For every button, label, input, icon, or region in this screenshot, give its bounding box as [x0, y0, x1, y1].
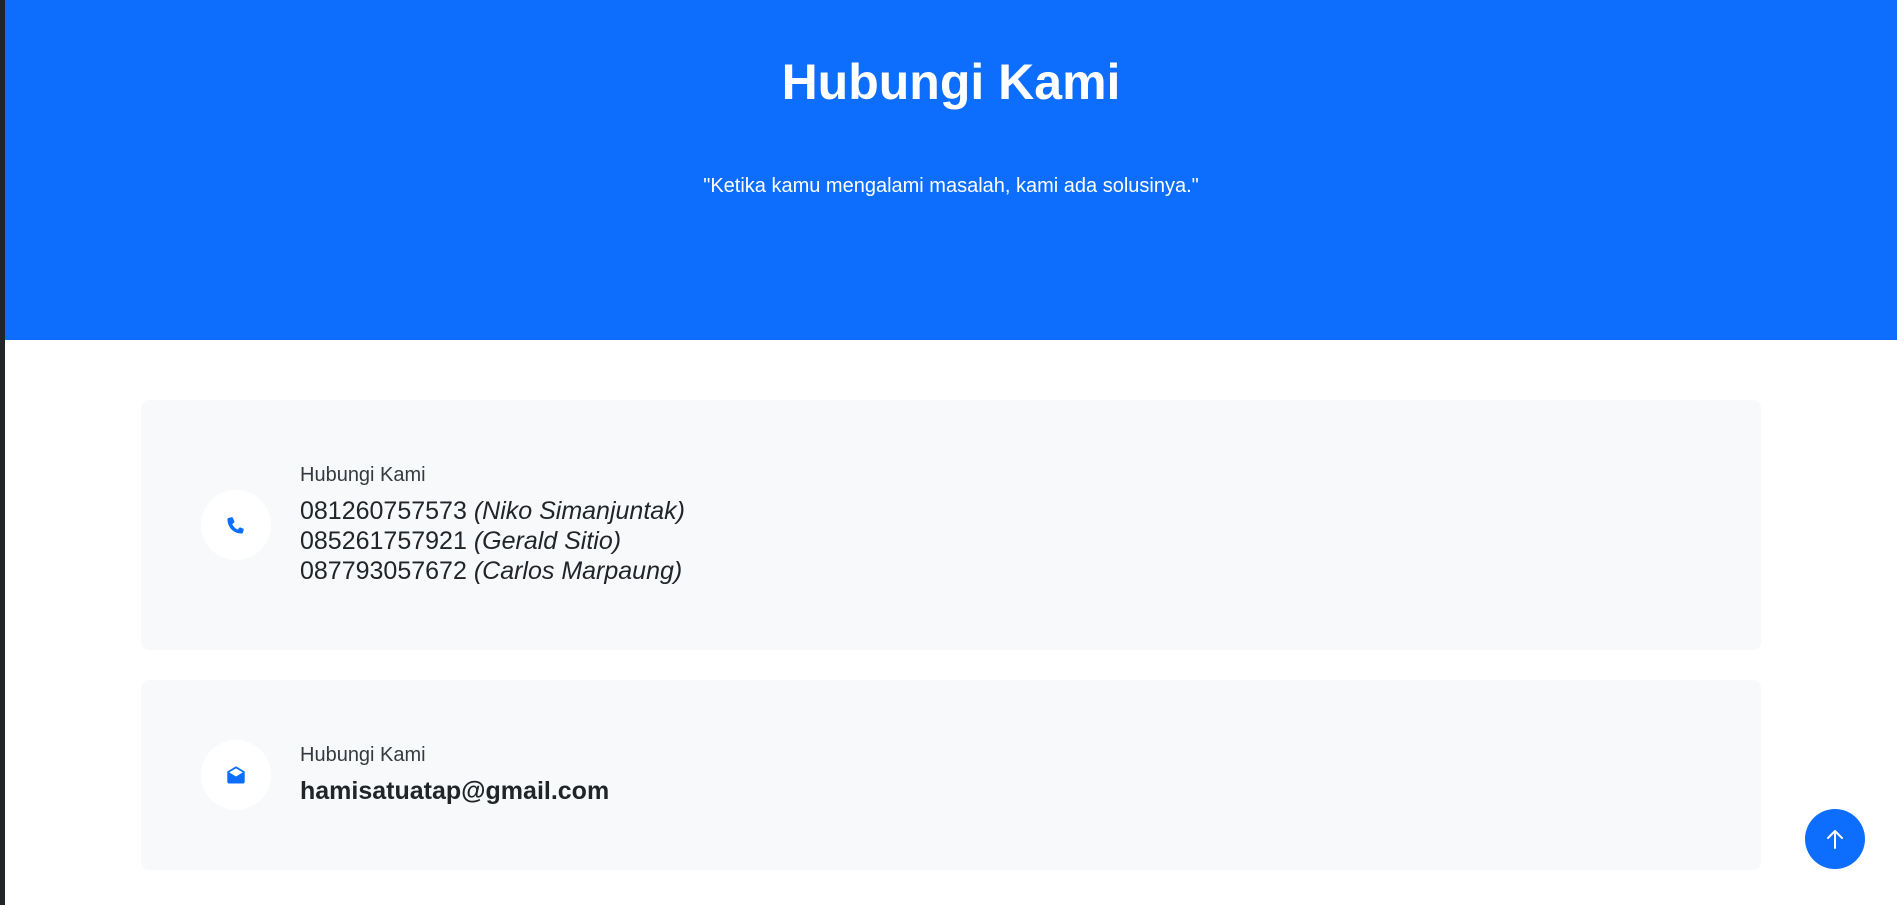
- email-contact-details: Hubungi Kami hamisatuatap@gmail.com: [300, 742, 609, 806]
- phone-card-label: Hubungi Kami: [300, 464, 426, 486]
- envelope-open-icon: [227, 766, 245, 784]
- phone-icon: [227, 517, 244, 534]
- email-address[interactable]: hamisatuatap@gmail.com: [300, 776, 609, 806]
- page-tagline: "Ketika kamu mengalami masalah, kami ada…: [703, 175, 1199, 197]
- email-card-label: Hubungi Kami: [300, 744, 426, 766]
- phone-contact-row: 085261757921 (Gerald Sitio): [300, 526, 685, 556]
- arrow-up-icon: [1827, 830, 1843, 849]
- phone-number[interactable]: 087793057672: [300, 557, 467, 585]
- phone-contact-row: 081260757573 (Niko Simanjuntak): [300, 496, 685, 526]
- phone-number[interactable]: 081260757573: [300, 497, 467, 525]
- contact-person-name: (Niko Simanjuntak): [473, 497, 685, 525]
- email-icon-badge: [201, 740, 271, 810]
- contact-person-name: (Carlos Marpaung): [473, 557, 683, 585]
- phone-contact-card: Hubungi Kami 081260757573 (Niko Simanjun…: [141, 400, 1761, 650]
- scroll-to-top-button[interactable]: [1805, 809, 1865, 869]
- phone-icon-badge: [201, 490, 271, 560]
- phone-contact-row: 087793057672 (Carlos Marpaung): [300, 556, 685, 586]
- hero-banner: Hubungi Kami "Ketika kamu mengalami masa…: [5, 0, 1897, 340]
- phone-number[interactable]: 085261757921: [300, 527, 467, 555]
- email-contact-card: Hubungi Kami hamisatuatap@gmail.com: [141, 680, 1761, 870]
- phone-contact-details: Hubungi Kami 081260757573 (Niko Simanjun…: [300, 462, 685, 586]
- page-title: Hubungi Kami: [781, 54, 1121, 110]
- contact-person-name: (Gerald Sitio): [473, 527, 622, 555]
- page: Hubungi Kami "Ketika kamu mengalami masa…: [5, 0, 1897, 905]
